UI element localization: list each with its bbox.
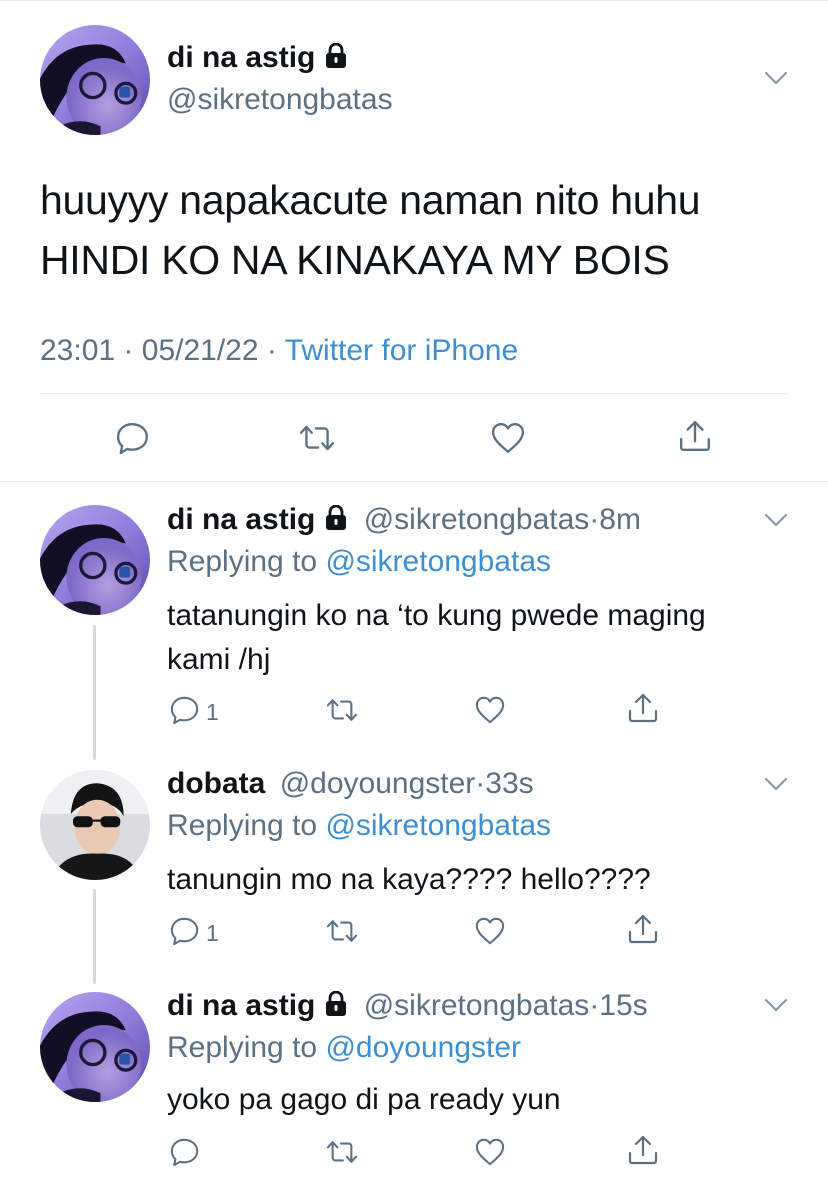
share-icon[interactable] bbox=[628, 913, 658, 945]
chevron-down-icon[interactable] bbox=[764, 998, 788, 1012]
meta-separator: · bbox=[589, 989, 600, 1022]
author-display-name[interactable]: di na astig bbox=[167, 989, 315, 1022]
retweet-icon[interactable] bbox=[299, 421, 335, 455]
tweet-client-link[interactable]: Twitter for iPhone bbox=[285, 334, 518, 367]
meta-separator: · bbox=[589, 503, 600, 536]
reply-icon[interactable] bbox=[170, 1137, 200, 1167]
share-icon[interactable] bbox=[678, 419, 712, 453]
reply-text-line: kami /hj bbox=[167, 643, 271, 676]
reply-count: 1 bbox=[206, 920, 219, 946]
retweet-icon[interactable] bbox=[326, 1137, 358, 1167]
avatar[interactable] bbox=[40, 992, 150, 1102]
replying-to-link[interactable]: @sikretongbatas bbox=[325, 545, 551, 578]
author-display-name[interactable]: di na astig bbox=[167, 41, 315, 74]
replying-to-label: Replying to bbox=[167, 545, 318, 578]
author-handle[interactable]: @doyoungster bbox=[280, 767, 476, 800]
reply-text: yoko pa gago di pa ready yun bbox=[167, 1078, 561, 1122]
replying-to-link[interactable]: @doyoungster bbox=[325, 1031, 521, 1064]
reply-text-line: tanungin mo na kaya???? hello???? bbox=[167, 863, 651, 896]
meta-separator: · bbox=[266, 334, 277, 367]
tweet-text-line: HINDI KO NA KINAKAYA MY BOIS bbox=[40, 237, 670, 283]
chevron-down-icon[interactable] bbox=[764, 513, 788, 527]
share-icon[interactable] bbox=[628, 692, 658, 724]
like-icon[interactable] bbox=[474, 916, 506, 946]
meta-separator: · bbox=[123, 334, 134, 367]
reply-icon[interactable] bbox=[116, 421, 150, 455]
avatar[interactable] bbox=[40, 505, 150, 615]
replying-to: Replying to @doyoungster bbox=[167, 1030, 521, 1066]
reply-count: 1 bbox=[206, 699, 219, 725]
replying-to: Replying to @sikretongbatas bbox=[167, 808, 551, 844]
reply-age: 8m bbox=[599, 503, 641, 536]
author-display-name[interactable]: dobata bbox=[167, 767, 265, 800]
chevron-down-icon[interactable] bbox=[764, 71, 788, 85]
reply-icon[interactable] bbox=[170, 916, 200, 946]
reply-text-line: tatanungin ko na ‘to kung pwede maging bbox=[167, 599, 706, 632]
reply-age: 15s bbox=[599, 989, 648, 1022]
retweet-icon[interactable] bbox=[326, 916, 358, 946]
reply-age: 33s bbox=[485, 767, 534, 800]
tweet-time: 23:01 bbox=[40, 334, 116, 367]
like-icon[interactable] bbox=[474, 695, 506, 725]
reply-text: tatanungin ko na ‘to kung pwede maging k… bbox=[167, 594, 706, 682]
author-name-row[interactable]: di na astig bbox=[167, 40, 349, 76]
lock-icon bbox=[324, 991, 348, 1017]
replying-to-label: Replying to bbox=[167, 809, 318, 842]
top-divider bbox=[0, 0, 828, 1]
tweet-text: huuyyy napakacute naman nito huhu HINDI … bbox=[40, 170, 701, 290]
like-icon[interactable] bbox=[490, 421, 526, 455]
replying-to: Replying to @sikretongbatas bbox=[167, 544, 551, 580]
meta-divider bbox=[40, 393, 788, 394]
chevron-down-icon[interactable] bbox=[764, 777, 788, 791]
avatar[interactable] bbox=[40, 25, 150, 135]
author-display-name[interactable]: di na astig bbox=[167, 503, 315, 536]
author-handle[interactable]: @sikretongbatas bbox=[364, 503, 590, 536]
reply-text: tanungin mo na kaya???? hello???? bbox=[167, 858, 651, 902]
reply-text-line: yoko pa gago di pa ready yun bbox=[167, 1083, 561, 1116]
share-icon[interactable] bbox=[628, 1134, 658, 1166]
replying-to-label: Replying to bbox=[167, 1031, 318, 1064]
author-handle[interactable]: @sikretongbatas bbox=[364, 989, 590, 1022]
meta-separator: · bbox=[475, 767, 486, 800]
author-handle[interactable]: @sikretongbatas bbox=[167, 82, 393, 118]
reply-header: di na astig @sikretongbatas·8m bbox=[167, 502, 641, 538]
reply-header: dobata @doyoungster·33s bbox=[167, 766, 534, 802]
lock-icon bbox=[324, 505, 348, 531]
tweet-meta: 23:01 · 05/21/22 · Twitter for iPhone bbox=[40, 333, 518, 369]
replying-to-link[interactable]: @sikretongbatas bbox=[325, 809, 551, 842]
thread-connector bbox=[93, 889, 96, 984]
reply-icon[interactable] bbox=[170, 695, 200, 725]
retweet-icon[interactable] bbox=[326, 695, 358, 725]
lock-icon bbox=[324, 43, 348, 69]
tweet-text-line: huuyyy napakacute naman nito huhu bbox=[40, 177, 701, 223]
tweet-date: 05/21/22 bbox=[141, 334, 259, 367]
like-icon[interactable] bbox=[474, 1137, 506, 1167]
reply-header: di na astig @sikretongbatas·15s bbox=[167, 988, 648, 1024]
avatar[interactable] bbox=[40, 770, 150, 880]
section-divider bbox=[0, 481, 828, 482]
thread-connector bbox=[93, 625, 96, 760]
